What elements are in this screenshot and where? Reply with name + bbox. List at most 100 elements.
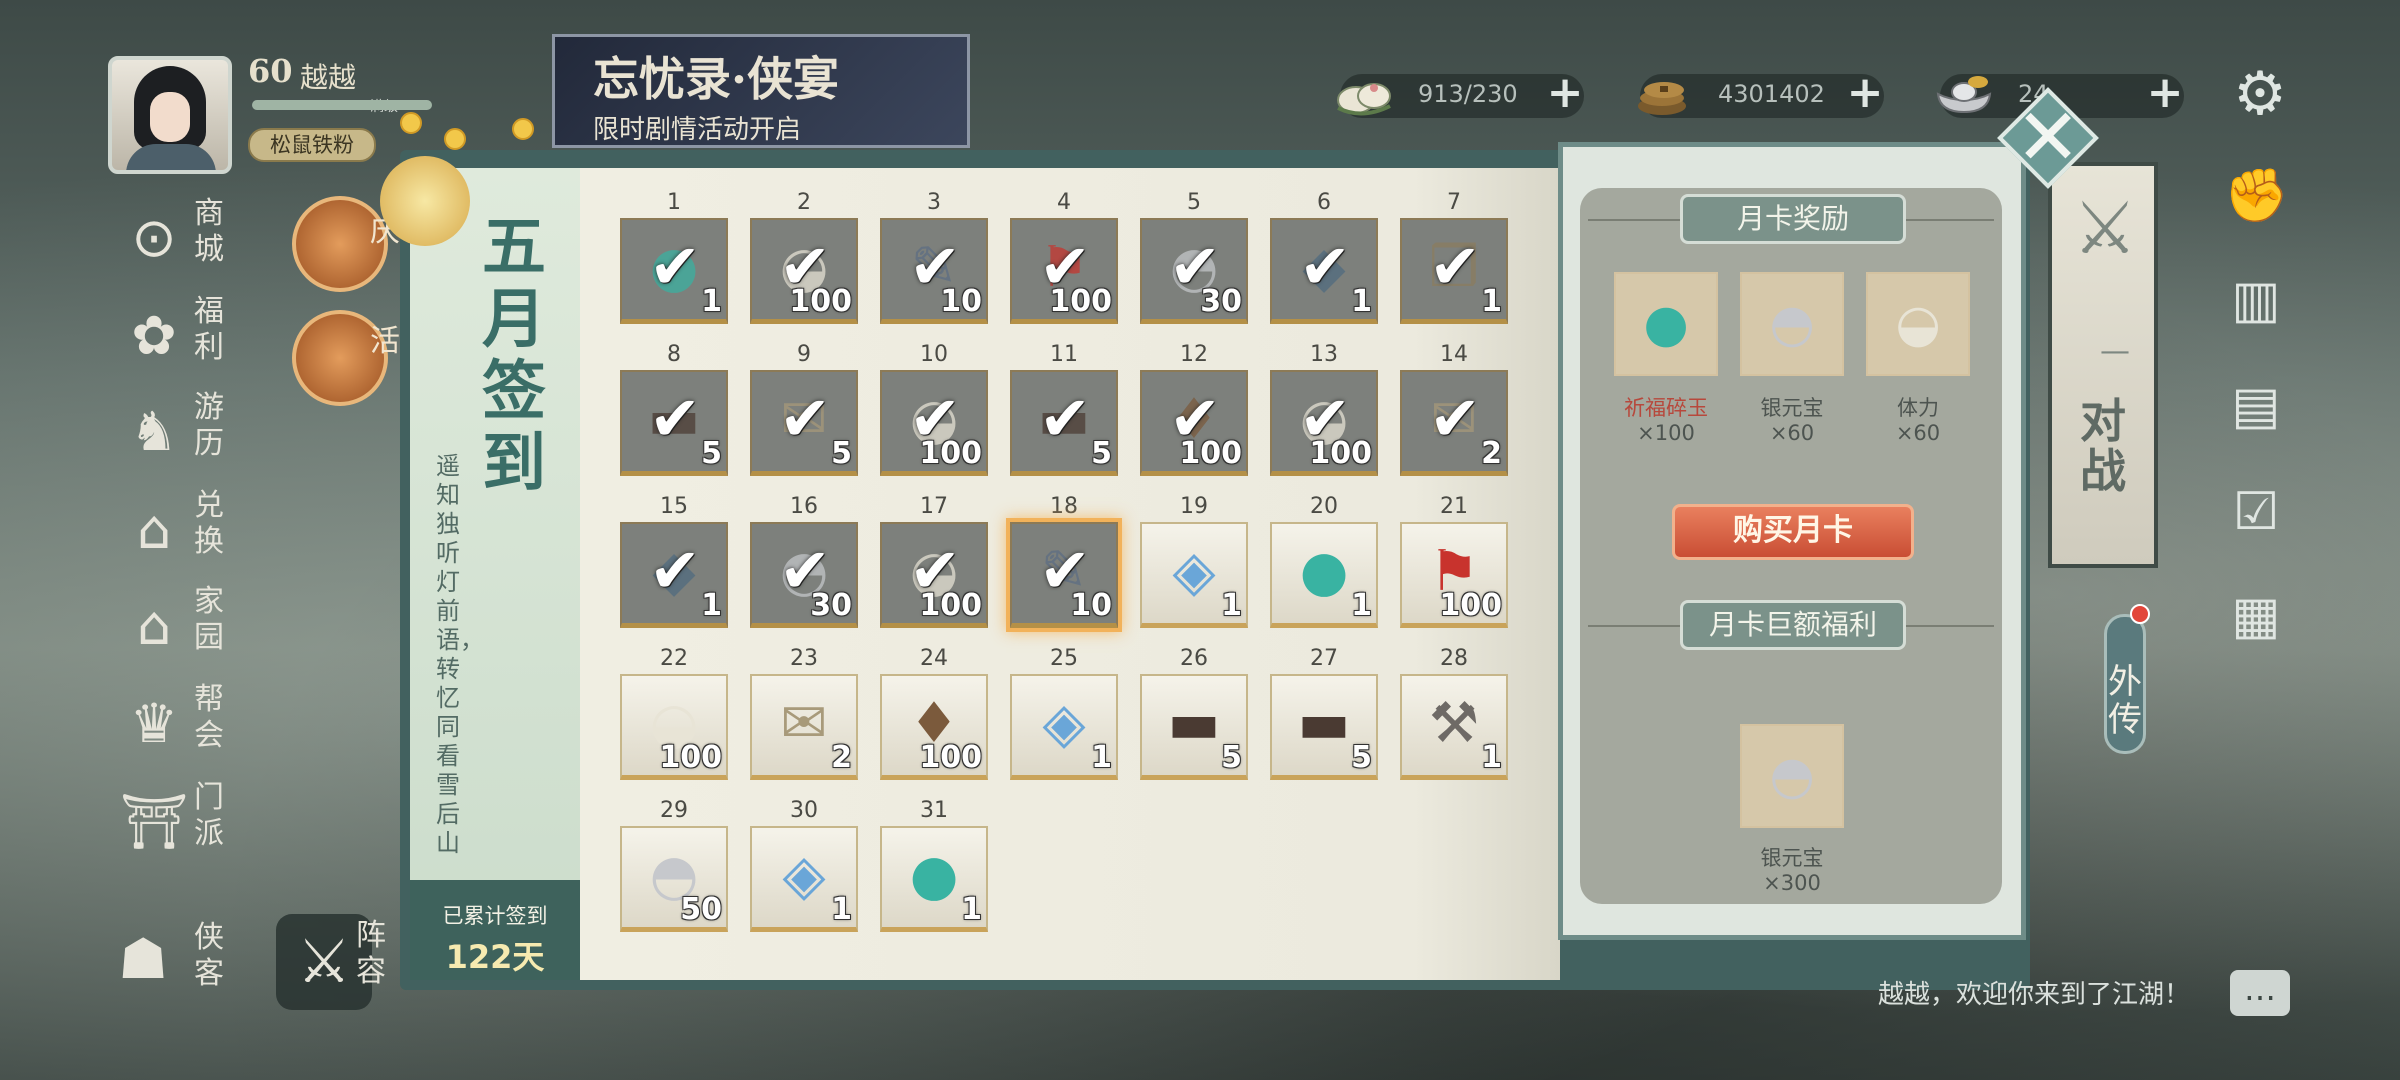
day-cell[interactable]: 17 ◒ ✔ 100 [880,494,988,632]
day-cell[interactable]: 8 ▬ ✔ 5 [620,342,728,480]
day-cell[interactable]: 26 ▬ 5 [1140,646,1248,784]
reward-slot: ✎ ✔ 10 [1010,522,1118,628]
day-cell[interactable]: 5 ◓ ✔ 30 [1140,190,1248,328]
nav-guild-button[interactable]: ♛ 帮会 [118,682,238,770]
day-cell[interactable]: 11 ▬ ✔ 5 [1010,342,1118,480]
day-cell[interactable]: 14 ✉ ✔ 2 [1400,342,1508,480]
checklist-icon[interactable]: ☑ [2224,480,2288,544]
player-avatar[interactable] [108,56,232,174]
close-button[interactable]: ✕ [1982,72,2114,204]
day-cell[interactable]: 13 ◒ ✔ 100 [1270,342,1378,480]
nav-home-button[interactable]: ⌂ 家园 [118,584,238,672]
reward-slot: ✉ ✔ 2 [1400,370,1508,476]
day-cell[interactable]: 30 ◈ 1 [750,798,858,936]
nav-sect-label: 门派 [194,780,224,851]
lineup-swords-icon: ⚔ [297,927,351,997]
day-number: 14 [1440,342,1468,367]
signin-total-value: 122天 [445,938,545,976]
resource-copper: 4301402 + [1638,70,1884,118]
day-cell[interactable]: 3 ✎ ✔ 10 [880,190,988,328]
day-cell[interactable]: 4 ⚑ ✔ 100 [1010,190,1118,328]
silver-ingot-icon: ◓ [1769,746,1815,806]
month-reward-slot[interactable]: ◒ [1866,272,1970,376]
day-cell[interactable]: 31 ● 1 [880,798,988,936]
reward-quantity: 2 [831,740,852,775]
event-banner[interactable]: 忘忧录·侠宴 限时剧情活动开启 [552,34,970,148]
scroll-book-icon[interactable]: ▥ [2224,268,2288,332]
horse-icon: ♞ [129,400,179,463]
nav-shop-button[interactable]: ⊙ 商城 [118,196,238,284]
month-reward-name: 体力 [1897,396,1939,420]
checkmark-icon: ✔ [779,382,831,455]
day-cell[interactable]: 20 ● 1 [1270,494,1378,632]
day-number: 24 [920,646,948,671]
day-cell[interactable]: 19 ◈ 1 [1140,494,1248,632]
reward-quantity: 100 [659,740,722,775]
buy-month-card-button[interactable]: 购买月卡 [1672,504,1914,560]
month-reward-label: 体力 ×60 [1848,396,1988,446]
day-cell[interactable]: 10 ◒ ✔ 100 [880,342,988,480]
add-silver-button[interactable]: + [2140,70,2190,120]
day-number: 3 [927,190,941,215]
fist-icon[interactable]: ✊ [2224,164,2289,228]
day-cell[interactable]: 7 ❒ ✔ 1 [1400,190,1508,328]
reward-quantity: 10 [940,284,982,319]
checkmark-icon: ✔ [1299,230,1351,303]
checkmark-icon: ✔ [649,534,701,607]
coin-shop-icon: ⊙ [131,206,177,269]
nav-exchange-button[interactable]: ⌂ 兑换 [118,488,238,576]
chat-bubble-icon[interactable]: … [2230,970,2290,1016]
day-cell[interactable]: 16 ◓ ✔ 30 [750,494,858,632]
reward-slot: ◆ ✔ 1 [620,522,728,628]
day-cell[interactable]: 22 ◒ 100 [620,646,728,784]
guild-crest-icon: ♛ [129,692,179,755]
add-stamina-button[interactable]: + [1540,70,1590,120]
day-cell[interactable]: 6 ◆ ✔ 1 [1270,190,1378,328]
settings-gear-icon[interactable]: ⚙ [2228,62,2292,126]
day-cell[interactable]: 28 ⚒ 1 [1400,646,1508,784]
outer-story-button[interactable]: 外传 [2104,614,2146,754]
bonus-reward-slot[interactable]: ◓ [1740,724,1844,828]
checkmark-icon: ✔ [649,230,701,303]
reward-slot: ⚑ ✔ 100 [1010,218,1118,324]
month-reward-slot[interactable]: ◓ [1740,272,1844,376]
day-cell[interactable]: 27 ▬ 5 [1270,646,1378,784]
reward-slot: ● 1 [880,826,988,932]
month-card-reward-title: 月卡奖励 [1680,194,1906,244]
day-cell[interactable]: 25 ◈ 1 [1010,646,1118,784]
day-cell[interactable]: 21 ⚑ 100 [1400,494,1508,632]
day-number: 27 [1310,646,1338,671]
reward-slot: ◓ ✔ 30 [1140,218,1248,324]
day-number: 1 [667,190,681,215]
add-copper-button[interactable]: + [1840,70,1890,120]
day-number: 6 [1317,190,1331,215]
open-book-icon[interactable]: ▦ [2224,584,2288,648]
day-number: 17 [920,494,948,519]
signin-title: 五月签到 [482,210,546,501]
reward-slot: ❒ ✔ 1 [1400,218,1508,324]
reward-quantity: 1 [1481,284,1502,319]
day-number: 13 [1310,342,1338,367]
nav-sect-button[interactable]: ⛩ 门派 [118,780,238,868]
player-title-tag[interactable]: 松鼠铁粉 [248,128,376,162]
hero-button[interactable]: ☗ 侠客 [118,912,224,1008]
month-reward-slot[interactable]: ● [1614,272,1718,376]
day-cell[interactable]: 18 ✎ ✔ 10 [1010,494,1118,632]
pvp-scroll-button[interactable]: ⚔ — 对战 [2048,162,2158,568]
month-reward-label: 祈福碎玉 ×100 [1596,396,1736,446]
nav-travel-button[interactable]: ♞ 游历 [118,390,238,478]
bonus-reward-name: 银元宝 [1760,846,1824,870]
reward-slot: ◓ ✔ 30 [750,522,858,628]
event-banner-subtitle: 限时剧情活动开启 [593,115,802,145]
day-number: 23 [790,646,818,671]
day-cell[interactable]: 29 ◓ 50 [620,798,728,936]
day-cell[interactable]: 24 ♦ 100 [880,646,988,784]
day-cell[interactable]: 12 ♦ ✔ 100 [1140,342,1248,480]
day-cell[interactable]: 15 ◆ ✔ 1 [620,494,728,632]
day-cell[interactable]: 9 ✉ ✔ 5 [750,342,858,480]
day-cell[interactable]: 1 ● ✔ 1 [620,190,728,328]
bookshelf-icon[interactable]: ▤ [2224,374,2288,438]
day-cell[interactable]: 23 ✉ 2 [750,646,858,784]
nav-welfare-button[interactable]: ✿ 福利 [118,294,238,382]
day-cell[interactable]: 2 ◒ ✔ 100 [750,190,858,328]
